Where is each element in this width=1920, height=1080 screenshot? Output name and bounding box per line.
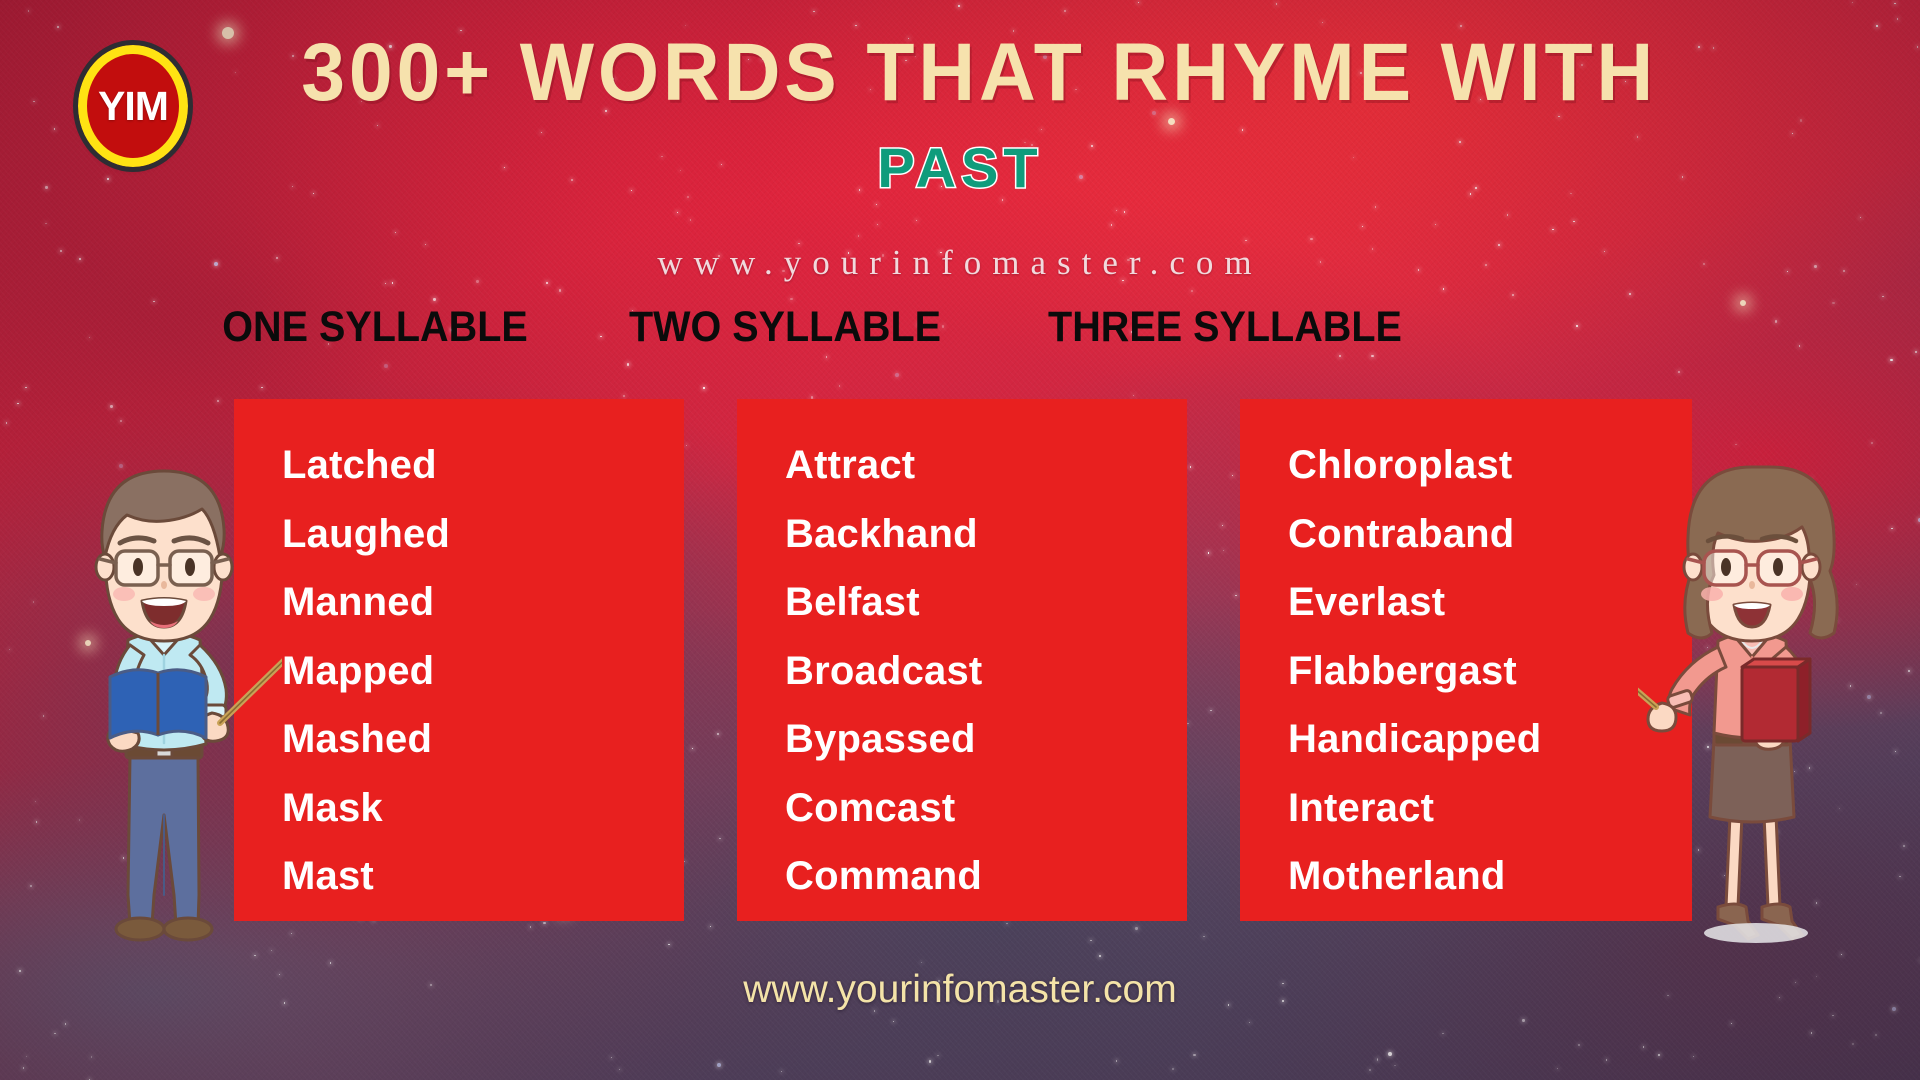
word-item: Manned xyxy=(282,580,435,624)
male-teacher-illustration xyxy=(52,455,282,955)
word-item: Mast xyxy=(282,854,374,898)
word-panel-three-syllable: Chloroplast Contraband Everlast Flabbergast… xyxy=(1240,399,1692,921)
word-item: Command xyxy=(785,854,982,898)
website-url-top: www.yourinfomaster.com xyxy=(657,243,1263,282)
website-url-bottom: www.yourinfomaster.com xyxy=(743,968,1177,1011)
female-teacher-illustration xyxy=(1638,455,1868,960)
word-item: Mashed xyxy=(282,717,433,761)
column-header-three-syllable: THREE SYLLABLE xyxy=(1048,303,1402,351)
word-item: Mapped xyxy=(282,648,435,693)
word-item: Handicapped xyxy=(1288,717,1542,761)
word-item: Mask xyxy=(282,785,383,830)
word-item: Flabbergast xyxy=(1288,648,1517,693)
word-item: Contraband xyxy=(1288,511,1515,556)
word-item: Latched xyxy=(282,443,437,487)
word-item: Broadcast xyxy=(785,648,983,693)
word-item: Laughed xyxy=(282,511,451,556)
word-item: Backhand xyxy=(785,511,978,556)
word-item: Comcast xyxy=(785,785,956,830)
word-panel-one-syllable: Latched Laughed Manned Mapped Mashed Mask Mast xyxy=(234,399,684,921)
column-header-two-syllable: TWO SYLLABLE xyxy=(628,303,942,351)
word-panel-two-syllable: Attract Backhand Belfast Broadcast Bypassed C… xyxy=(737,399,1187,921)
word-item: Interact xyxy=(1288,785,1435,830)
word-item: Motherland xyxy=(1288,854,1506,898)
page-title: 300+ WORDS THAT RHYME WITH xyxy=(301,27,1658,118)
word-item: Attract xyxy=(785,443,916,487)
page-subtitle: PAST xyxy=(876,135,1043,201)
word-item: Everlast xyxy=(1288,580,1446,624)
word-item: Belfast xyxy=(785,580,920,624)
column-header-one-syllable: ONE SYLLABLE xyxy=(222,303,528,351)
word-item: Bypassed xyxy=(785,717,976,761)
word-item: Chloroplast xyxy=(1288,443,1513,487)
